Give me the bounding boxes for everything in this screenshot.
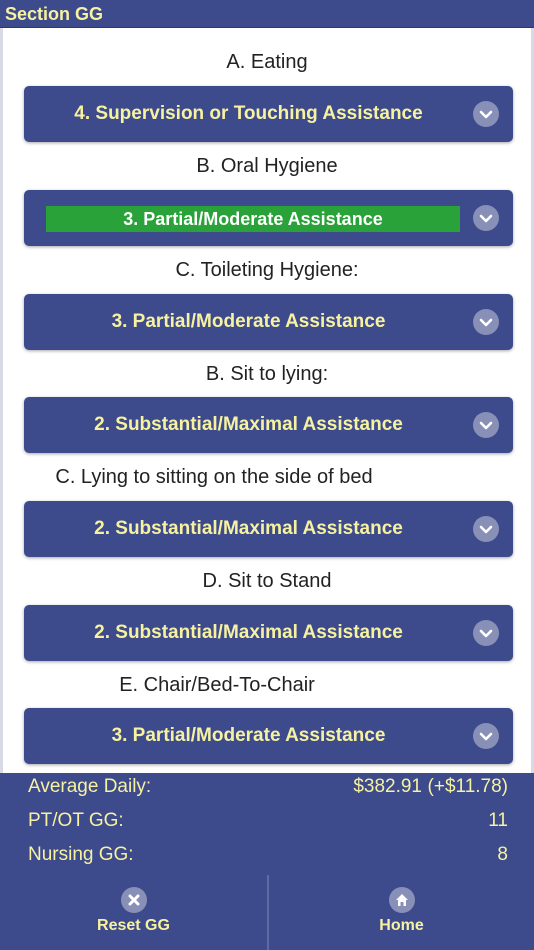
chevron-down-icon	[473, 412, 499, 438]
question-label-sit-to-stand: D. Sit to Stand	[202, 570, 332, 592]
select-eating[interactable]: 4. Supervision or Touching Assistance	[24, 86, 513, 142]
left-border	[0, 28, 3, 773]
chevron-down-icon	[473, 723, 499, 749]
ptot-row: PT/OT GG: 11	[0, 807, 534, 837]
select-sit-to-stand[interactable]: 2. Substantial/Maximal Assistance	[24, 605, 513, 661]
header-bar: Section GG	[0, 0, 534, 28]
select-value: 2. Substantial/Maximal Assistance	[94, 622, 403, 643]
question-label-lying-to-sitting: C. Lying to sitting on the side of bed	[55, 466, 373, 488]
ptot-label: PT/OT GG:	[28, 810, 124, 831]
average-daily-label: Average Daily:	[28, 776, 152, 797]
select-lying-to-sitting[interactable]: 2. Substantial/Maximal Assistance	[24, 501, 513, 557]
select-value: 2. Substantial/Maximal Assistance	[94, 518, 403, 539]
select-oral-hygiene[interactable]: 3. Partial/Moderate Assistance	[24, 190, 513, 246]
select-value: 3. Partial/Moderate Assistance	[111, 725, 386, 746]
question-label-eating: A. Eating	[226, 51, 308, 73]
nursing-label: Nursing GG:	[28, 844, 134, 865]
chevron-down-icon	[473, 309, 499, 335]
bottom-nav: Reset GG Home	[0, 875, 534, 950]
select-value: 3. Partial/Moderate Assistance	[111, 311, 386, 332]
chevron-down-icon	[473, 101, 499, 127]
question-label-toileting-hygiene: C. Toileting Hygiene:	[175, 259, 359, 281]
average-daily-row: Average Daily: $382.91 (+$11.78)	[0, 773, 534, 803]
select-value: 2. Substantial/Maximal Assistance	[94, 414, 403, 435]
chevron-down-icon	[473, 205, 499, 231]
summary-panel: Average Daily: $382.91 (+$11.78) PT/OT G…	[0, 773, 534, 875]
ptot-value: 11	[488, 810, 508, 831]
chevron-down-icon	[473, 620, 499, 646]
nursing-row: Nursing GG: 8	[0, 841, 534, 871]
home-label: Home	[379, 917, 424, 934]
question-label-oral-hygiene: B. Oral Hygiene	[196, 155, 338, 177]
select-sit-to-lying[interactable]: 2. Substantial/Maximal Assistance	[24, 397, 513, 453]
question-label-chair-bed-to-chair: E. Chair/Bed-To-Chair	[119, 674, 315, 696]
nursing-value: 8	[497, 844, 508, 865]
question-label-sit-to-lying: B. Sit to lying:	[205, 363, 329, 385]
select-toileting-hygiene[interactable]: 3. Partial/Moderate Assistance	[24, 294, 513, 350]
chevron-down-icon	[473, 516, 499, 542]
select-value: 4. Supervision or Touching Assistance	[74, 103, 423, 124]
reset-gg-button[interactable]: Reset GG	[0, 875, 267, 950]
average-daily-value: $382.91	[353, 776, 422, 797]
reset-gg-label: Reset GG	[97, 917, 170, 934]
close-icon	[120, 887, 147, 913]
select-value-highlighted: 3. Partial/Moderate Assistance	[46, 206, 460, 232]
home-icon	[388, 887, 415, 913]
select-chair-bed-to-chair[interactable]: 3. Partial/Moderate Assistance	[24, 708, 513, 764]
page-title: Section GG	[5, 4, 104, 24]
average-daily-delta: (+$11.78)	[427, 776, 508, 797]
home-button[interactable]: Home	[269, 875, 534, 950]
